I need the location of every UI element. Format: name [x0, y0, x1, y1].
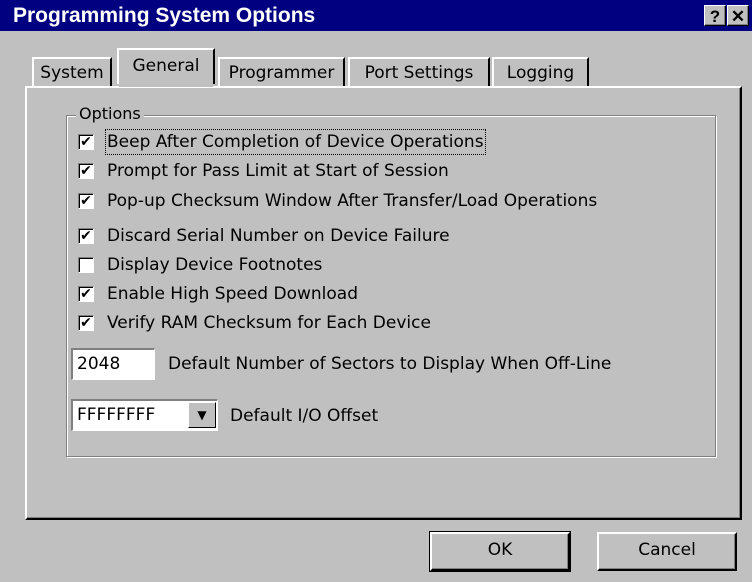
checkbox-box[interactable]: ✔ [78, 163, 94, 179]
checkbox-box[interactable] [78, 257, 94, 273]
checkbox-box[interactable]: ✔ [78, 134, 94, 150]
io-offset-value: FFFFFFFF [77, 405, 156, 425]
tab-system[interactable]: System [32, 57, 112, 87]
cancel-button[interactable]: Cancel [597, 532, 737, 571]
checkbox-label: Display Device Footnotes [107, 255, 323, 275]
chevron-down-icon[interactable]: ▼ [188, 402, 216, 428]
checkbox-label: Prompt for Pass Limit at Start of Sessio… [107, 161, 449, 181]
tab-logging[interactable]: Logging [492, 57, 589, 87]
checkbox-box[interactable]: ✔ [78, 228, 94, 244]
programming-system-options-dialog: Programming System Options ? ✕ System Pr… [0, 0, 752, 582]
checkbox-box[interactable]: ✔ [78, 193, 94, 209]
checkbox-label: Enable High Speed Download [107, 284, 358, 304]
io-offset-combobox[interactable]: FFFFFFFF ▼ [71, 399, 218, 431]
checkbox-label: Discard Serial Number on Device Failure [107, 226, 450, 246]
checkbox-label: Verify RAM Checksum for Each Device [107, 313, 431, 333]
tab-port-settings[interactable]: Port Settings [348, 57, 490, 87]
tab-general[interactable]: General [117, 48, 215, 87]
checkbox-label: Beep After Completion of Device Operatio… [105, 129, 486, 155]
tab-programmer[interactable]: Programmer [218, 57, 345, 87]
close-button[interactable]: ✕ [727, 5, 749, 26]
options-group-label: Options [76, 104, 144, 124]
sectors-label: Default Number of Sectors to Display Whe… [168, 354, 612, 374]
ok-button[interactable]: OK [429, 531, 571, 572]
window-title: Programming System Options [13, 4, 316, 27]
checkbox-label: Pop-up Checksum Window After Transfer/Lo… [107, 191, 598, 211]
checkbox-box[interactable]: ✔ [78, 315, 94, 331]
io-offset-label: Default I/O Offset [230, 406, 379, 426]
checkbox-box[interactable]: ✔ [78, 286, 94, 302]
title-bar: Programming System Options ? ✕ [0, 0, 752, 31]
help-button[interactable]: ? [704, 5, 726, 26]
sectors-input[interactable]: 2048 [71, 348, 155, 380]
